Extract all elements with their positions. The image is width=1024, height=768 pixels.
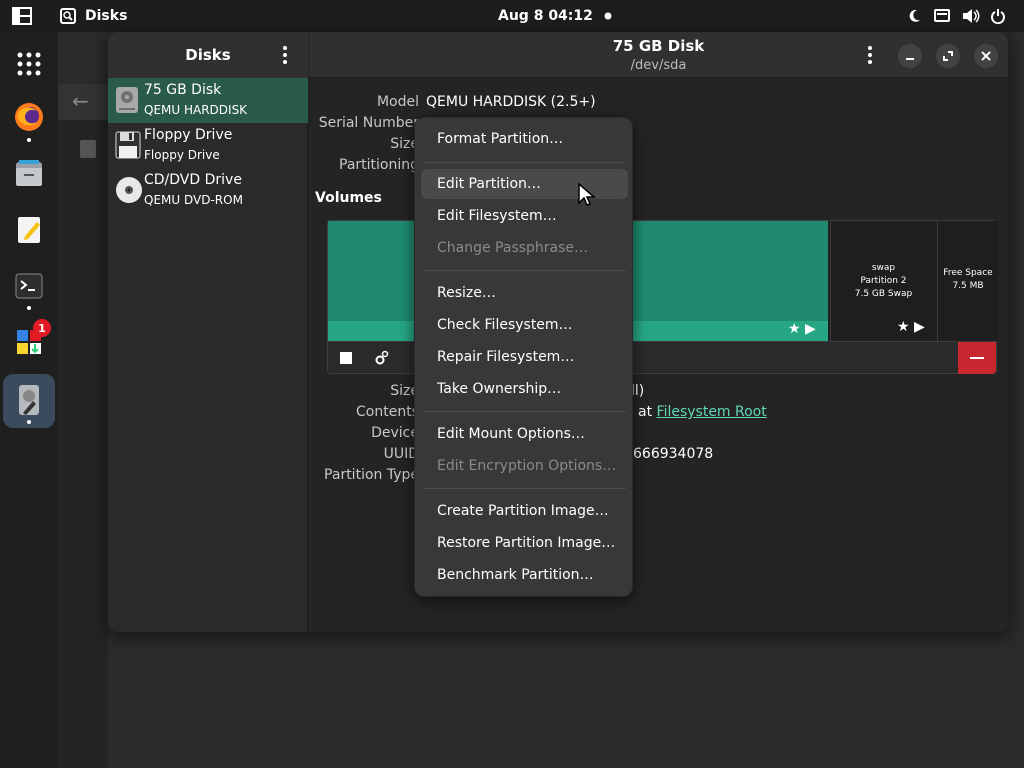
partition-2-swap-block[interactable]: swap Partition 2 7.5 GB Swap ★ ▶ (830, 221, 936, 341)
floppy-disk-icon (115, 131, 141, 159)
volumes-heading: Volumes (315, 190, 382, 206)
menu-item-edit-encryption-options: Edit Encryption Options… (437, 458, 617, 474)
drive-model: Floppy Drive (144, 148, 220, 162)
drive-model: QEMU DVD-ROM (144, 193, 243, 207)
drive-model: QEMU HARDDISK (144, 103, 248, 117)
running-indicator (27, 420, 31, 424)
drive-item-floppy-drive[interactable]: Floppy Drive Floppy Drive (108, 123, 308, 168)
model-value: QEMU HARDDISK (2.5+) (426, 94, 596, 110)
menu-item-format-partition[interactable]: Format Partition… (421, 124, 628, 154)
menu-separator (423, 270, 626, 271)
menu-item-change-passphrase: Change Passphrase… (437, 240, 589, 256)
filesystem-root-link[interactable]: Filesystem Root (657, 404, 767, 420)
display-icon[interactable] (934, 0, 950, 32)
partition-type-label: Partition Type (324, 467, 419, 483)
free-space-label: Free Space (943, 268, 993, 278)
volume-icon[interactable] (962, 0, 980, 32)
drive-name: 75 GB Disk (144, 82, 222, 98)
menu-item-benchmark-partition[interactable]: Benchmark Partition… (421, 560, 628, 590)
background-window-sidebar (58, 120, 108, 768)
app-menu-label[interactable]: Disks (85, 0, 127, 32)
swap-partition-number: Partition 2 (860, 276, 907, 286)
power-icon[interactable] (990, 0, 1006, 32)
show-apps-icon[interactable] (9, 44, 49, 84)
contents-value: at Filesystem Root (638, 404, 767, 420)
sidebar: Disks 75 GB Disk QEMU HARDDISK Floppy Dr… (108, 32, 308, 632)
files-icon[interactable] (9, 154, 49, 194)
menu-separator (423, 411, 626, 412)
kebab-menu-icon[interactable] (280, 44, 290, 66)
menu-separator (423, 162, 626, 163)
device-label: Device (371, 425, 419, 441)
serial-number-label: Serial Number (318, 115, 419, 131)
drive-options-menu-icon[interactable] (865, 44, 875, 66)
drive-item-cd-dvd-drive[interactable]: CD/DVD Drive QEMU DVD-ROM (108, 168, 308, 213)
free-space-block[interactable]: Free Space 7.5 MB (937, 221, 998, 341)
running-indicator (27, 138, 31, 142)
sidebar-header: Disks (108, 32, 308, 78)
dock: 1 (0, 32, 58, 768)
swap-description: 7.5 GB Swap (854, 289, 913, 299)
menu-separator (423, 488, 626, 489)
night-light-icon[interactable] (906, 0, 922, 32)
model-label: Model (376, 94, 419, 110)
back-arrow-icon[interactable]: ← (72, 89, 89, 113)
optical-disc-icon (115, 176, 142, 204)
mouse-pointer-icon (577, 182, 597, 207)
minimize-icon[interactable] (898, 44, 922, 68)
drive-item-75gb-disk[interactable]: 75 GB Disk QEMU HARDDISK (108, 78, 308, 123)
unmount-stop-icon[interactable] (328, 342, 364, 374)
notification-dot-icon (604, 0, 612, 32)
menu-item-repair-filesystem[interactable]: Repair Filesystem… (421, 342, 628, 372)
mounted-star-icon: ★ ▶ (788, 321, 816, 337)
menu-item-take-ownership[interactable]: Take Ownership… (421, 374, 628, 404)
drive-name: Floppy Drive (144, 127, 233, 143)
update-count-badge: 1 (33, 319, 51, 337)
delete-partition-minus-icon[interactable] (958, 342, 996, 374)
active-star-icon: ★ ▶ (897, 319, 925, 335)
menu-item-check-filesystem[interactable]: Check Filesystem… (421, 310, 628, 340)
sidebar-title: Disks (185, 46, 231, 64)
drive-name: CD/DVD Drive (144, 172, 242, 188)
menu-item-restore-partition-image[interactable]: Restore Partition Image… (421, 528, 628, 558)
close-icon[interactable] (974, 44, 998, 68)
terminal-icon[interactable] (9, 266, 49, 306)
clock[interactable]: Aug 8 04:12 (498, 0, 593, 32)
uuid-value: 666934078 (633, 446, 714, 462)
menu-item-resize[interactable]: Resize… (421, 278, 628, 308)
top-bar: Disks Aug 8 04:12 (0, 0, 1024, 32)
disks-icon[interactable] (9, 380, 49, 420)
contents-value-prefix: at (638, 404, 653, 420)
activities-icon[interactable] (10, 0, 34, 32)
free-space-size: 7.5 MB (952, 281, 984, 291)
partition-options-menu: Format Partition… Edit Partition… Edit F… (414, 117, 633, 597)
maximize-icon[interactable] (936, 44, 960, 68)
additional-options-gears-icon[interactable] (364, 342, 400, 374)
text-editor-icon[interactable] (9, 210, 49, 250)
menu-item-create-partition-image[interactable]: Create Partition Image… (421, 496, 628, 526)
menu-item-edit-mount-options[interactable]: Edit Mount Options… (421, 419, 628, 449)
firefox-icon[interactable] (9, 97, 49, 137)
hard-disk-icon (115, 86, 141, 114)
header-bar: 75 GB Disk /dev/sda (309, 32, 1008, 78)
partitioning-label: Partitioning (339, 157, 419, 173)
contents-label: Contents (356, 404, 419, 420)
running-indicator (27, 306, 31, 310)
swap-name: swap (871, 263, 896, 273)
document-icon (80, 140, 96, 158)
disks-app-icon (60, 0, 80, 32)
